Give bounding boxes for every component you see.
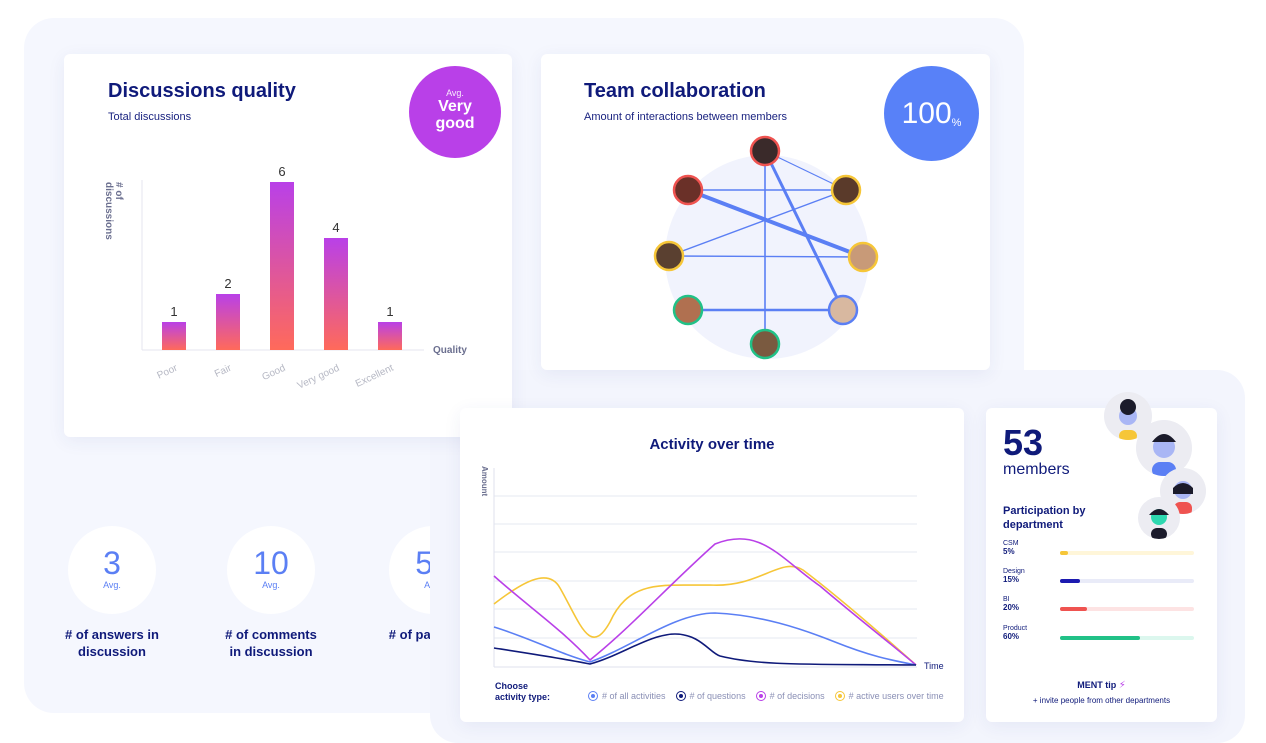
- metric-label-line1: # of answers in: [65, 627, 159, 642]
- category-label: Excellent: [354, 363, 396, 390]
- progress-fill: [1060, 551, 1069, 555]
- metric-answers: 3 Avg. # of answers in discussion: [47, 526, 177, 660]
- bar-value-label: 4: [332, 220, 339, 235]
- series-line-all-activities: [493, 612, 917, 666]
- metric-label-line2: in discussion: [229, 644, 313, 659]
- legend-label: # of questions: [689, 691, 746, 701]
- bar: [324, 238, 348, 350]
- y-axis-label-line2: discussions: [103, 182, 114, 240]
- department-row-product: Product 60%: [1003, 625, 1198, 641]
- metric-label: # of answers in discussion: [47, 626, 177, 660]
- member-illustration-avatar: [1138, 497, 1180, 539]
- metric-comments: 10 Avg. # of comments in discussion: [206, 526, 336, 660]
- x-axis-label: Time: [924, 661, 944, 671]
- legend-label: # active users over time: [848, 691, 944, 701]
- bar: [216, 294, 240, 350]
- activity-legend: # of all activities # of questions # of …: [588, 691, 944, 701]
- radio-icon[interactable]: [588, 691, 598, 701]
- members-label: members: [1003, 461, 1070, 478]
- participation-title: Participation by department: [1003, 505, 1086, 531]
- member-avatar[interactable]: [749, 135, 781, 167]
- legend-questions[interactable]: # of questions: [675, 691, 746, 701]
- member-avatar[interactable]: [672, 294, 704, 326]
- team-collaboration-card: Team collaboration Amount of interaction…: [541, 54, 990, 370]
- department-row-design: Design 15%: [1003, 568, 1198, 584]
- bar: [162, 322, 186, 350]
- discussions-bar-chart: 1 Poor 2 Fair 6 Good 4 Very good 1 Excellent # ofd…: [103, 164, 467, 392]
- progress-fill: [1060, 636, 1141, 640]
- bar-value-label: 1: [170, 304, 177, 319]
- legend-decisions[interactable]: # of decisions: [755, 691, 825, 701]
- metric-circle: 3 Avg.: [68, 526, 156, 614]
- category-label: Poor: [155, 362, 179, 381]
- network-edge: [668, 255, 864, 258]
- category-label: Good: [260, 363, 287, 383]
- progress-track: [1060, 551, 1194, 555]
- activity-line-chart: Amount Time: [480, 466, 944, 671]
- legend-label: # of all activities: [602, 691, 666, 701]
- member-avatar[interactable]: [749, 328, 781, 360]
- progress-fill: [1060, 607, 1087, 611]
- ment-tip: MENT tip ⚡ + invite people from other de…: [986, 680, 1217, 705]
- progress-track: [1060, 607, 1194, 611]
- member-avatar[interactable]: [847, 241, 879, 273]
- progress-track: [1060, 579, 1194, 583]
- metric-value: 10: [253, 545, 289, 581]
- activity-over-time-card: Activity over time Amount Time Choose act…: [460, 408, 964, 722]
- bar: [378, 322, 402, 350]
- bar-value-label: 2: [224, 276, 231, 291]
- y-axis-label: Amount: [480, 466, 489, 497]
- metric-value: 3: [103, 545, 121, 581]
- choose-activity-label: Choose activity type:: [495, 681, 550, 703]
- metric-avg-label: Avg.: [262, 580, 280, 590]
- department-row-bi: BI 20%: [1003, 596, 1198, 612]
- member-avatar[interactable]: [830, 174, 862, 206]
- category-label: Fair: [213, 362, 234, 380]
- metric-label-line1: # of comments: [225, 627, 317, 642]
- metric-label-line2: discussion: [78, 644, 146, 659]
- y-axis-label: # ofdiscussions: [103, 182, 124, 240]
- legend-active-users[interactable]: # active users over time: [834, 691, 944, 701]
- department-name: CSM: [1003, 540, 1019, 547]
- legend-label: # of decisions: [769, 691, 825, 701]
- choose-line1: Choose: [495, 681, 529, 691]
- radio-icon[interactable]: [675, 691, 686, 701]
- radio-icon[interactable]: [834, 691, 845, 701]
- metric-participants: 51 Avg. # of participants: [374, 526, 430, 643]
- lightning-icon: ⚡: [1118, 680, 1126, 691]
- metric-circle: 10 Avg.: [227, 526, 315, 614]
- collaboration-network-graph: [653, 135, 879, 360]
- metric-avg-label: Avg.: [103, 580, 121, 590]
- legend-all-activities[interactable]: # of all activities: [588, 691, 666, 701]
- department-name: BI: [1003, 596, 1010, 603]
- activity-gridlines: [494, 495, 917, 639]
- tip-title: MENT tip: [1077, 680, 1117, 690]
- department-name: Product: [1003, 625, 1028, 632]
- member-avatar[interactable]: [653, 240, 685, 272]
- bar: [270, 182, 294, 350]
- department-name: Design: [1003, 568, 1025, 575]
- choose-line2: activity type:: [495, 692, 551, 702]
- bar-value-label: 6: [278, 164, 285, 179]
- metric-value: 51: [415, 545, 430, 581]
- metric-label: # of comments in discussion: [206, 626, 336, 660]
- department-row-csm: CSM 5%: [1003, 540, 1198, 556]
- invite-link[interactable]: + invite people from other departments: [986, 696, 1217, 705]
- bar-value-label: 1: [386, 304, 393, 319]
- discussions-quality-card: Discussions quality Total discussions Av…: [64, 54, 512, 437]
- members-count: 53: [1003, 422, 1044, 463]
- category-label: Very good: [296, 363, 341, 392]
- metric-avg-label: Avg.: [424, 580, 430, 590]
- x-axis-label: Quality: [433, 345, 467, 356]
- progress-track: [1060, 636, 1194, 640]
- member-avatar[interactable]: [672, 174, 704, 206]
- metric-circle: 51 Avg.: [389, 526, 430, 614]
- progress-fill: [1060, 579, 1081, 583]
- member-avatar[interactable]: [827, 294, 859, 326]
- metric-label: # of participants: [388, 627, 430, 642]
- radio-icon[interactable]: [755, 691, 766, 701]
